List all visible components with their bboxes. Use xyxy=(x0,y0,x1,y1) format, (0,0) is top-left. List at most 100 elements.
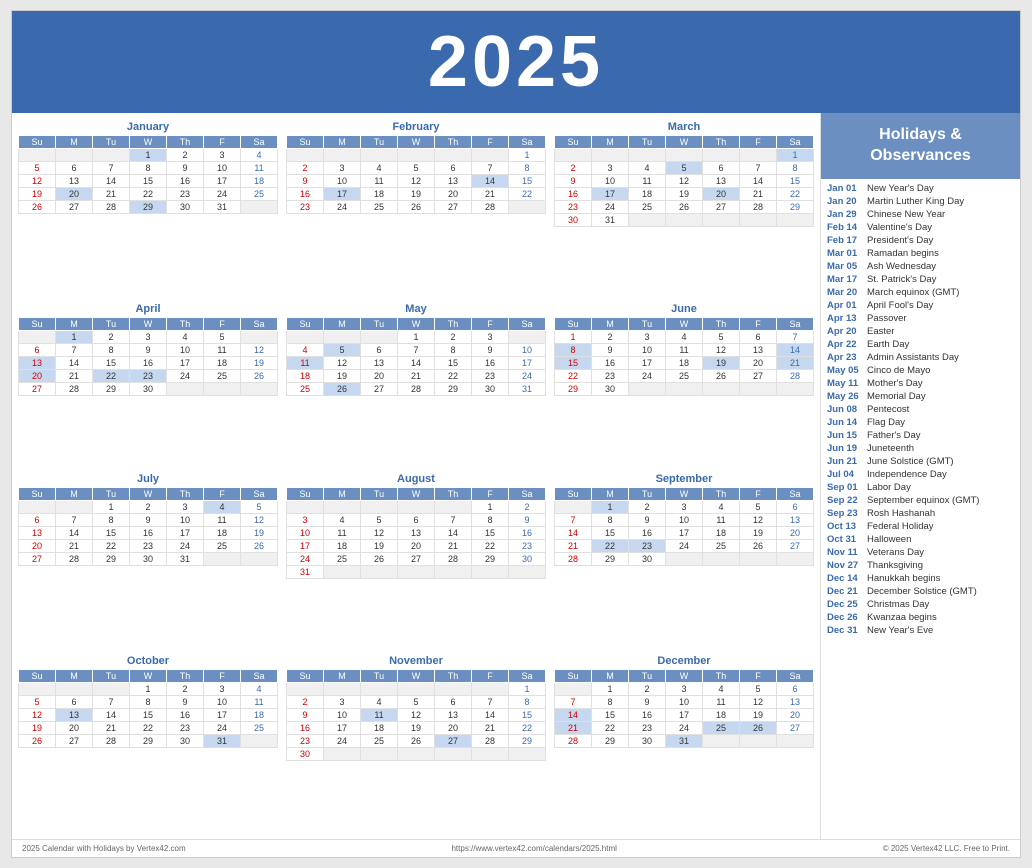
holiday-name: Thanksgiving xyxy=(867,560,923,571)
day-header: W xyxy=(130,487,167,500)
calendar-day: 15 xyxy=(555,357,592,370)
calendar-day: 28 xyxy=(56,552,93,565)
footer-left: 2025 Calendar with Holidays by Vertex42.… xyxy=(22,844,186,853)
holiday-item: Sep 01Labor Day xyxy=(827,482,1014,493)
holiday-item: Nov 11Veterans Day xyxy=(827,547,1014,558)
calendar-day: 2 xyxy=(555,162,592,175)
calendar-day: 17 xyxy=(666,526,703,539)
calendar-day: 26 xyxy=(241,539,278,552)
calendar-day xyxy=(241,201,278,214)
calendar-day: 15 xyxy=(130,175,167,188)
holiday-date: Feb 17 xyxy=(827,235,867,246)
calendar-day: 6 xyxy=(361,344,398,357)
calendar-day: 3 xyxy=(130,331,167,344)
year-header: 2025 xyxy=(12,11,1020,113)
holiday-date: Apr 23 xyxy=(827,352,867,363)
calendar-day: 26 xyxy=(398,734,435,747)
calendar-day: 21 xyxy=(777,357,814,370)
calendar-day: 4 xyxy=(361,162,398,175)
holiday-item: Apr 13Passover xyxy=(827,313,1014,324)
holiday-item: Dec 14Hanukkah begins xyxy=(827,573,1014,584)
calendar-day xyxy=(19,682,56,695)
calendar-day: 20 xyxy=(56,188,93,201)
day-header: F xyxy=(204,136,241,149)
holiday-name: Pentecost xyxy=(867,404,909,415)
calendar-day xyxy=(56,500,93,513)
calendar-day: 15 xyxy=(93,526,130,539)
calendar-day: 7 xyxy=(398,344,435,357)
holiday-date: Dec 25 xyxy=(827,599,867,610)
calendar-day: 6 xyxy=(19,344,56,357)
day-header: Sa xyxy=(777,136,814,149)
calendar-day xyxy=(287,331,324,344)
main-content: January SuMTuWThFSa1234567891011121314151… xyxy=(12,113,1020,839)
day-header: F xyxy=(472,136,509,149)
calendar-day xyxy=(666,552,703,565)
calendar-day xyxy=(629,214,666,227)
holiday-item: Sep 23Rosh Hashanah xyxy=(827,508,1014,519)
calendar-day: 12 xyxy=(740,513,777,526)
month-title: January xyxy=(18,121,278,133)
calendar-day: 3 xyxy=(666,682,703,695)
holiday-date: Apr 20 xyxy=(827,326,867,337)
calendar-day: 8 xyxy=(509,695,546,708)
calendar-day: 13 xyxy=(435,708,472,721)
month-block-july: JulySuMTuWThFSa1234567891011121314151617… xyxy=(18,473,278,649)
calendar-day: 16 xyxy=(167,708,204,721)
day-header: Th xyxy=(435,669,472,682)
calendar-day: 30 xyxy=(287,747,324,760)
calendar-day: 14 xyxy=(555,708,592,721)
holiday-item: May 11Mother's Day xyxy=(827,378,1014,389)
calendar-day: 30 xyxy=(629,734,666,747)
calendar-day: 19 xyxy=(19,188,56,201)
calendar-day: 10 xyxy=(666,695,703,708)
calendar-day: 7 xyxy=(435,513,472,526)
calendar-day: 18 xyxy=(241,708,278,721)
calendar-day xyxy=(472,747,509,760)
month-table: SuMTuWThFSa12345678910111213141516171819… xyxy=(18,669,278,748)
calendar-day: 14 xyxy=(555,526,592,539)
day-header: Tu xyxy=(361,487,398,500)
calendar-day: 15 xyxy=(93,357,130,370)
calendar-day: 10 xyxy=(592,175,629,188)
calendar-day: 11 xyxy=(204,513,241,526)
calendar-day: 8 xyxy=(592,695,629,708)
calendar-day: 15 xyxy=(592,708,629,721)
calendar-day: 10 xyxy=(324,175,361,188)
day-header: Tu xyxy=(361,136,398,149)
calendar-day: 15 xyxy=(777,175,814,188)
calendar-day xyxy=(666,383,703,396)
calendar-day: 16 xyxy=(592,357,629,370)
calendar-day xyxy=(435,149,472,162)
holiday-name: Flag Day xyxy=(867,417,905,428)
calendar-day: 24 xyxy=(592,201,629,214)
day-header: Sa xyxy=(241,318,278,331)
calendar-day: 27 xyxy=(777,539,814,552)
calendar-day: 28 xyxy=(472,201,509,214)
calendar-day xyxy=(777,383,814,396)
day-header: Tu xyxy=(93,318,130,331)
calendar-day: 14 xyxy=(93,708,130,721)
calendar-day: 26 xyxy=(19,734,56,747)
holiday-item: Apr 23Admin Assistants Day xyxy=(827,352,1014,363)
calendar-day: 25 xyxy=(666,370,703,383)
holiday-date: Dec 21 xyxy=(827,586,867,597)
calendar-day: 14 xyxy=(93,175,130,188)
calendar-day: 19 xyxy=(398,188,435,201)
day-header: Th xyxy=(703,318,740,331)
month-table: SuMTuWThFSa12345678910111213141516171819… xyxy=(18,487,278,566)
calendar-day: 22 xyxy=(472,539,509,552)
calendar-day xyxy=(472,565,509,578)
day-header: M xyxy=(56,487,93,500)
calendar-day: 7 xyxy=(740,162,777,175)
calendar-day xyxy=(777,214,814,227)
calendar-day: 6 xyxy=(56,162,93,175)
holiday-name: Rosh Hashanah xyxy=(867,508,935,519)
calendar-day: 1 xyxy=(555,331,592,344)
calendar-day: 13 xyxy=(19,526,56,539)
calendar-day: 9 xyxy=(167,695,204,708)
calendar-day: 1 xyxy=(56,331,93,344)
calendar-day: 21 xyxy=(740,188,777,201)
calendar-day: 24 xyxy=(204,188,241,201)
day-header: F xyxy=(472,487,509,500)
